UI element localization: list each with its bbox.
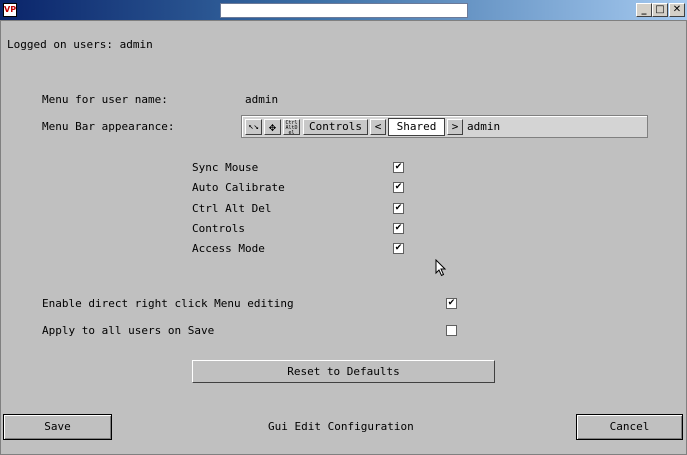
app-logo-icon: VP: [3, 3, 17, 17]
menu-for-user-value: admin: [245, 93, 279, 106]
controls-checkbox[interactable]: ✔: [393, 223, 404, 234]
enable-direct-edit-label: Enable direct right click Menu editing: [42, 297, 294, 310]
window-title-field: [220, 3, 468, 18]
ctrl-alt-del-checkbox[interactable]: ✔: [393, 203, 404, 214]
check-mark-icon: ✔: [394, 182, 403, 192]
footer-title: Gui Edit Configuration: [268, 420, 414, 433]
option-label: Sync Mouse: [192, 161, 259, 174]
save-button[interactable]: Save: [3, 414, 112, 440]
check-mark-icon: ✔: [447, 298, 456, 308]
option-label: Controls: [192, 222, 245, 235]
menu-bar-user-label: admin: [467, 120, 501, 133]
ctrl-alt-del-icon[interactable]: CtrlAltDel: [283, 119, 300, 136]
cancel-button[interactable]: Cancel: [576, 414, 683, 440]
check-mark-icon: ✔: [394, 162, 403, 172]
mouse-cursor-icon: [435, 259, 447, 277]
option-label: Access Mode: [192, 242, 265, 255]
access-mode-checkbox[interactable]: ✔: [393, 243, 404, 254]
close-icon[interactable]: ✕: [669, 3, 685, 17]
check-mark-icon: ✔: [394, 203, 403, 213]
menu-bar-preview: ↖↘ ✥ CtrlAltDel Controls < Shared > admi…: [241, 115, 648, 138]
apply-all-users-checkbox[interactable]: [446, 325, 457, 336]
menu-for-user-label: Menu for user name:: [42, 93, 168, 106]
move-icon[interactable]: ✥: [264, 119, 281, 135]
maximize-icon[interactable]: □: [652, 3, 668, 17]
enable-direct-edit-checkbox[interactable]: ✔: [446, 298, 457, 309]
prev-mode-button[interactable]: <: [370, 119, 386, 135]
option-label: Ctrl Alt Del: [192, 202, 272, 215]
controls-menu-button[interactable]: Controls: [303, 119, 368, 135]
access-mode-value: Shared: [388, 118, 445, 136]
option-label: Auto Calibrate: [192, 181, 285, 194]
reset-defaults-button[interactable]: Reset to Defaults: [192, 360, 495, 383]
window-frame: [0, 20, 687, 455]
resize-arrows-icon[interactable]: ↖↘: [245, 119, 262, 135]
logged-on-users-text: Logged on users: admin: [7, 38, 153, 51]
menu-bar-appearance-label: Menu Bar appearance:: [42, 120, 175, 133]
check-mark-icon: ✔: [394, 223, 403, 233]
next-mode-button[interactable]: >: [447, 119, 463, 135]
apply-all-users-label: Apply to all users on Save: [42, 324, 215, 337]
sync-mouse-checkbox[interactable]: ✔: [393, 162, 404, 173]
minimize-icon[interactable]: _: [636, 3, 652, 17]
auto-calibrate-checkbox[interactable]: ✔: [393, 182, 404, 193]
check-mark-icon: ✔: [394, 243, 403, 253]
